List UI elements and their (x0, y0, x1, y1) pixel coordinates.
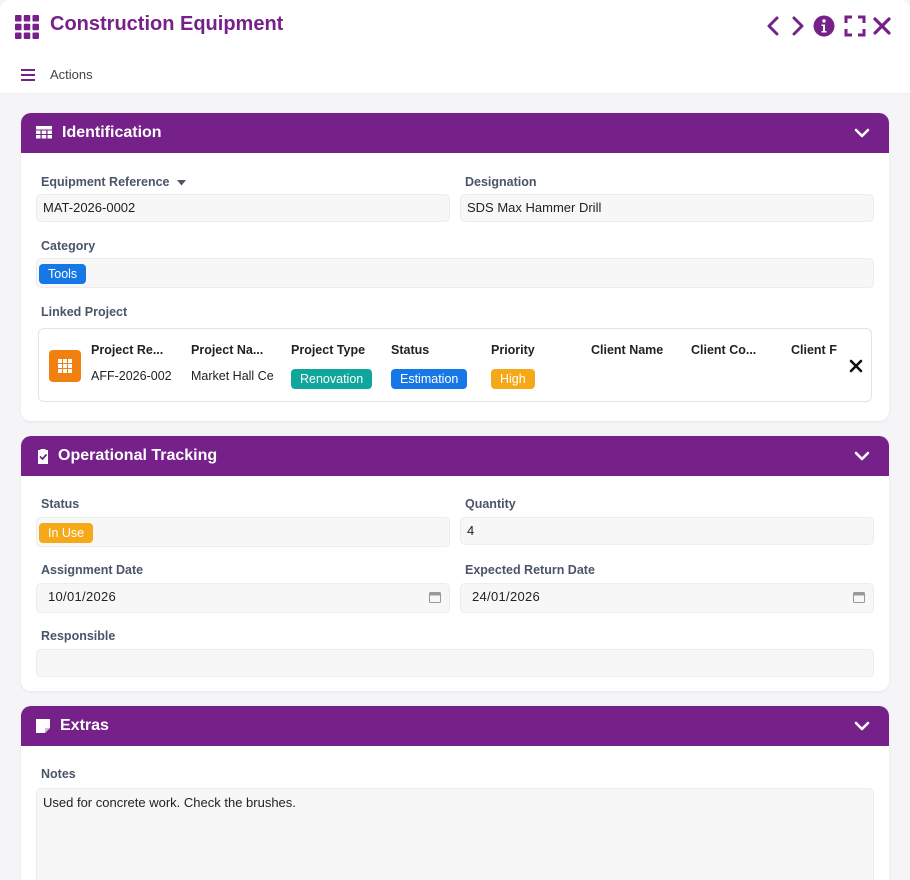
column-header: Priority (491, 343, 535, 357)
grid-icon (58, 359, 72, 373)
actions-bar (0, 54, 910, 94)
info-icon[interactable] (812, 14, 836, 38)
project-icon (49, 350, 81, 382)
extras-panel: Extras Notes Used for concrete work. Che… (21, 706, 889, 880)
table-icon (36, 126, 52, 139)
expected-return-date-field[interactable]: 24/01/2026 (460, 583, 874, 613)
column-header: Client Name (591, 343, 664, 357)
linked-project-card[interactable]: Project Re... Project Na... Project Type… (38, 328, 872, 402)
project-reference-value: AFF-2026-002 (91, 369, 172, 383)
project-status-value: Estimation (391, 369, 468, 389)
identification-panel: Identification Equipment Reference MAT-2… (21, 113, 889, 421)
chevron-down-icon[interactable] (854, 449, 870, 463)
identification-header[interactable]: Identification (21, 113, 889, 153)
title-bar: Construction Equipment (0, 0, 910, 54)
calendar-icon[interactable] (853, 591, 865, 603)
category-label: Category (41, 239, 96, 253)
actions-menu[interactable]: Actions (50, 67, 93, 82)
project-type-tag: Renovation (291, 369, 373, 389)
page-title: Construction Equipment (50, 13, 284, 35)
assignment-date-field[interactable]: 10/01/2026 (36, 583, 450, 613)
project-priority-tag: High (491, 369, 535, 389)
column-header: Client F (791, 343, 837, 357)
assignment-date-label: Assignment Date (41, 563, 144, 577)
section-title: Identification (62, 124, 162, 141)
column-header: Project Type (291, 343, 366, 357)
sticky-note-icon (36, 719, 50, 733)
column-header: Status (391, 343, 430, 357)
status-field[interactable]: In Use (36, 517, 450, 547)
clipboard-check-icon (38, 449, 48, 464)
chevron-right-icon[interactable] (785, 14, 809, 38)
quantity-field[interactable]: 4 (460, 517, 874, 545)
status-label: Status (41, 497, 80, 511)
fullscreen-icon[interactable] (843, 14, 867, 38)
project-status-tag: Estimation (391, 369, 468, 389)
status-tag[interactable]: In Use (39, 522, 94, 543)
section-title: Operational Tracking (58, 447, 218, 464)
equipment-reference-field[interactable]: MAT-2026-0002 (36, 194, 450, 222)
equipment-reference-label: Equipment Reference (41, 175, 186, 189)
column-header: Client Co... (691, 343, 757, 357)
designation-label: Designation (465, 175, 537, 189)
category-field[interactable]: Tools (36, 258, 874, 288)
caret-down-icon[interactable] (177, 179, 186, 186)
project-type-value: Renovation (291, 369, 373, 389)
column-header: Project Re... (91, 343, 164, 357)
calendar-icon[interactable] (429, 591, 441, 603)
responsible-field[interactable] (36, 649, 874, 677)
project-name-value: Market Hall Ce (191, 369, 274, 383)
quantity-label: Quantity (465, 497, 516, 511)
responsible-label: Responsible (41, 629, 116, 643)
notes-textarea[interactable]: Used for concrete work. Check the brushe… (36, 788, 874, 880)
grid-icon (15, 15, 39, 39)
hamburger-icon[interactable] (21, 69, 35, 81)
chevron-left-icon[interactable] (762, 14, 786, 38)
category-tag[interactable]: Tools (39, 263, 87, 284)
column-header: Project Na... (191, 343, 264, 357)
equipment-window: Construction Equipment Actions Identific… (0, 0, 910, 880)
close-icon[interactable] (870, 14, 894, 38)
assignment-date-value: 10/01/2026 (48, 589, 117, 604)
project-priority-value: High (491, 369, 535, 389)
designation-field[interactable]: SDS Max Hammer Drill (460, 194, 874, 222)
expected-return-date-label: Expected Return Date (465, 563, 595, 577)
notes-label: Notes (41, 767, 76, 781)
operational-tracking-panel: Operational Tracking Status In Use Quant… (21, 436, 889, 691)
operational-tracking-header[interactable]: Operational Tracking (21, 436, 889, 476)
section-title: Extras (60, 717, 109, 734)
extras-header[interactable]: Extras (21, 706, 889, 746)
chevron-down-icon[interactable] (854, 719, 870, 733)
expected-return-date-value: 24/01/2026 (472, 589, 541, 604)
remove-link-icon[interactable] (849, 359, 863, 373)
chevron-down-icon[interactable] (854, 126, 870, 140)
linked-project-label: Linked Project (41, 305, 128, 319)
